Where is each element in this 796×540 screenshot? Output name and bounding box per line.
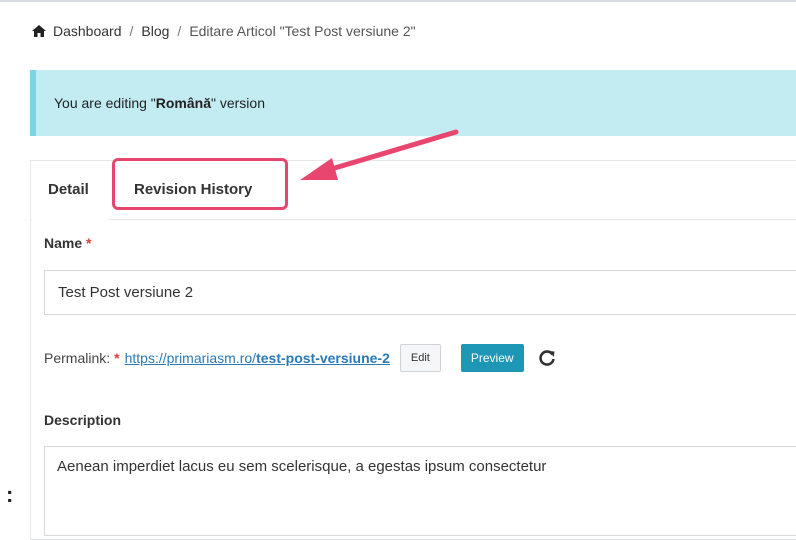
permalink-base: https://primariasm.ro/ — [124, 350, 257, 366]
required-marker: * — [114, 350, 120, 366]
permalink-link[interactable]: https://primariasm.ro/test-post-versiune… — [125, 350, 390, 366]
permalink-slug: test-post-versiune-2 — [256, 350, 390, 366]
breadcrumb-separator: / — [129, 23, 134, 39]
alert-suffix: " version — [211, 95, 265, 111]
preview-button[interactable]: Preview — [460, 344, 524, 372]
top-border — [0, 0, 796, 2]
refresh-icon[interactable] — [538, 349, 556, 367]
stray-colon: : — [6, 482, 14, 507]
description-textarea[interactable]: Aenean imperdiet lacus eu sem scelerisqu… — [44, 446, 796, 536]
breadcrumb-blog[interactable]: Blog — [141, 23, 169, 39]
edit-permalink-button[interactable]: Edit — [399, 344, 441, 372]
revision-history-highlight — [112, 158, 288, 210]
breadcrumb: Dashboard / Blog / Editare Articol "Test… — [31, 23, 416, 39]
alert-language: Română — [155, 95, 211, 111]
permalink-row: Permalink: * https://primariasm.ro/test-… — [44, 343, 556, 373]
tab-detail[interactable]: Detail — [32, 181, 109, 220]
description-label: Description — [44, 412, 122, 428]
home-icon[interactable] — [31, 24, 47, 38]
breadcrumb-dashboard[interactable]: Dashboard — [53, 23, 122, 39]
breadcrumb-current: Editare Articol "Test Post versiune 2" — [189, 23, 416, 39]
annotation-arrow-icon — [300, 129, 459, 180]
permalink-label: Permalink: — [44, 350, 111, 366]
alert-prefix: You are editing " — [54, 95, 156, 111]
required-marker: * — [86, 235, 92, 251]
name-label: Name * — [44, 235, 92, 251]
name-input[interactable]: Test Post versiune 2 — [44, 270, 796, 315]
breadcrumb-separator: / — [177, 23, 182, 39]
